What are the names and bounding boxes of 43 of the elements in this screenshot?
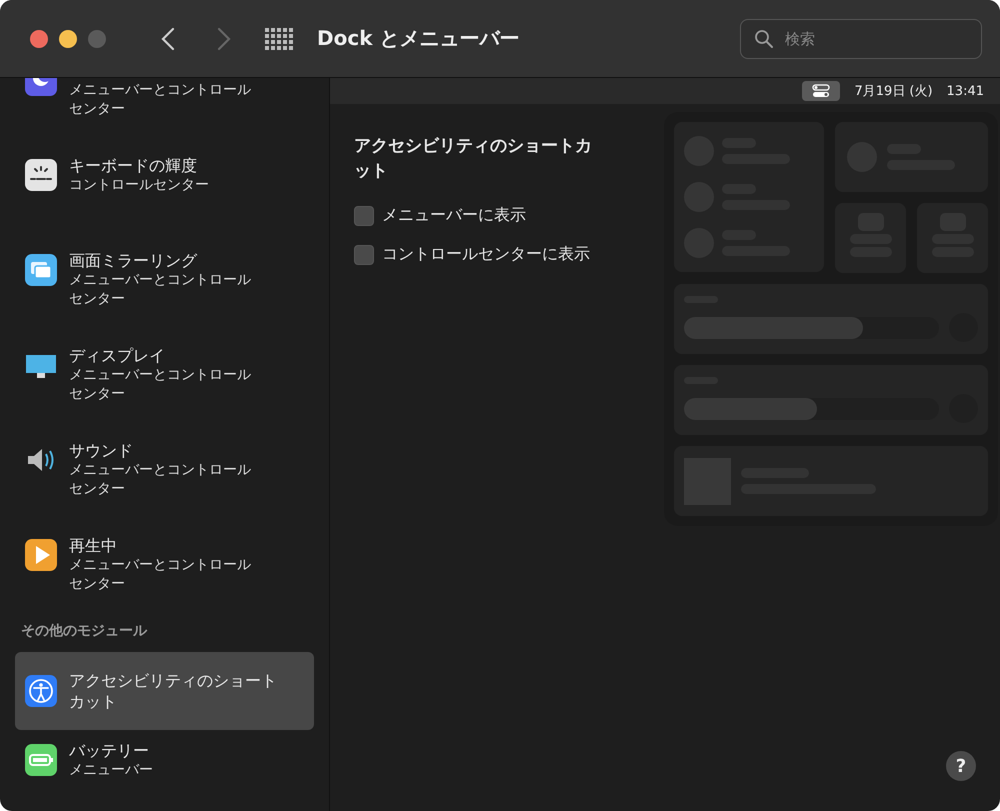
accessibility-icon bbox=[25, 675, 57, 707]
close-button[interactable] bbox=[30, 30, 48, 48]
item-subtitle: メニューバーとコントロールセンター bbox=[69, 461, 252, 499]
item-title: キーボードの輝度 bbox=[69, 155, 198, 176]
control-center-icon bbox=[802, 81, 840, 101]
sidebar-item[interactable]: サウンド メニューバーとコントロールセンター bbox=[0, 430, 329, 525]
battery-icon bbox=[25, 744, 57, 776]
sidebar-item[interactable]: 画面ミラーリング メニューバーとコントロールセンター bbox=[0, 240, 329, 335]
checkbox[interactable] bbox=[354, 244, 374, 264]
sidebar-item[interactable]: アクセシビリティのショートカット bbox=[15, 652, 314, 730]
item-subtitle: メニューバーとコントロールセンター bbox=[69, 81, 252, 119]
item-subtitle: メニューバー bbox=[69, 761, 154, 780]
date-text: 7月19日 (火) bbox=[854, 83, 933, 100]
section-header: その他のモジュール bbox=[20, 622, 148, 641]
sidebar-item[interactable]: ディスプレイ メニューバーとコントロールセンター bbox=[0, 335, 329, 430]
checkbox[interactable] bbox=[354, 206, 374, 226]
back-chevron-icon[interactable] bbox=[161, 26, 175, 50]
sidebar-item[interactable]: バッテリー メニューバー bbox=[0, 730, 329, 811]
item-subtitle: メニューバーとコントロールセンター bbox=[69, 366, 252, 404]
play-icon bbox=[25, 539, 57, 571]
item-subtitle: メニューバーとコントロールセンター bbox=[69, 271, 252, 309]
grid-icon[interactable] bbox=[265, 28, 293, 50]
item-subtitle: コントロールセンター bbox=[69, 176, 210, 195]
help-button[interactable]: ? bbox=[946, 751, 976, 781]
sidebar-item[interactable]: キーボードの輝度 コントロールセンター bbox=[0, 145, 329, 240]
item-title: バッテリー bbox=[69, 740, 150, 761]
keyboard-brightness-icon bbox=[25, 159, 57, 191]
time-text: 13:41 bbox=[946, 84, 984, 98]
item-subtitle: メニューバーとコントロールセンター bbox=[69, 556, 252, 594]
search-field[interactable]: 検索 bbox=[740, 18, 982, 58]
sidebar-item[interactable]: 再生中 メニューバーとコントロールセンター bbox=[0, 525, 329, 620]
item-title: ディスプレイ bbox=[69, 345, 166, 366]
window-title: Dock とメニューバー bbox=[317, 25, 520, 52]
item-title: 再生中 bbox=[69, 535, 118, 556]
checkbox-option[interactable]: メニューバーに表示 bbox=[354, 196, 644, 235]
minimize-button[interactable] bbox=[59, 30, 77, 48]
item-title: サウンド bbox=[69, 440, 134, 461]
sidebar-item[interactable]: メニューバーとコントロールセンター bbox=[0, 78, 329, 145]
panel-title: アクセシビリティのショートカット bbox=[354, 135, 592, 183]
item-title: 画面ミラーリング bbox=[69, 250, 198, 271]
screen-mirroring-icon bbox=[25, 254, 57, 286]
checkbox-option[interactable]: コントロールセンターに表示 bbox=[354, 235, 644, 274]
item-title: アクセシビリティのショートカット bbox=[69, 670, 278, 712]
